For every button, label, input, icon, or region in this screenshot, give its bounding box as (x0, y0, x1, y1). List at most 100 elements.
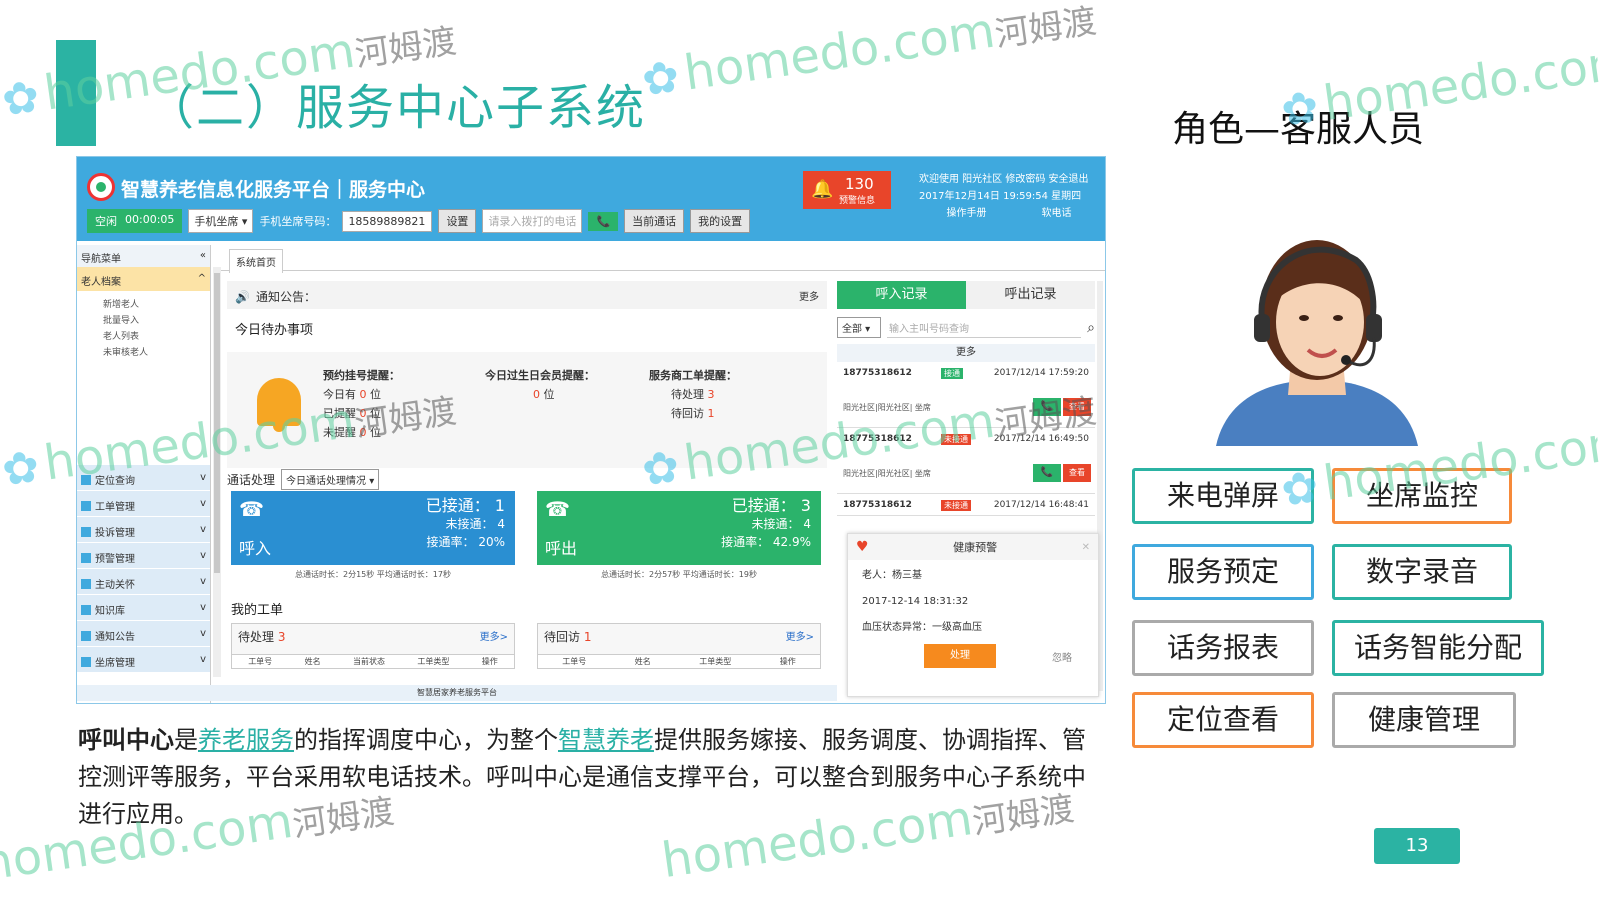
folder-icon (81, 553, 91, 563)
pending-more-link[interactable]: 更多> (480, 628, 508, 645)
collapse-icon[interactable]: « (200, 250, 206, 262)
sidebar-item-knowledge[interactable]: 知识库 v (77, 595, 210, 621)
slide-title: （二）服务中心子系统 (146, 80, 647, 136)
close-icon[interactable]: ✕ (1082, 542, 1090, 553)
role-digital-recording: 数字录音 (1332, 544, 1512, 600)
folder-icon (81, 475, 91, 485)
softphone-toolbar: 空闲 00:00:05 手机坐席 ▾ 手机坐席号码： 18589889821 设… (87, 209, 751, 233)
sidebar-item-orders[interactable]: 工单管理 v (77, 491, 210, 517)
sidebar-nav: 导航菜单 « 老人档案 ^ 新增老人 批量导入 老人列表 未审核老人 定位查询 v… (77, 245, 211, 703)
dial-input[interactable]: 请录入拨打的电话 (482, 209, 583, 233)
call-record-row: 18775318612 未接通 2017/12/14 16:48:41 (837, 494, 1095, 516)
tab-outgoing-records[interactable]: 呼出记录 (966, 281, 1095, 309)
watermark: ✿homedo.com河姆渡 (638, 1, 1099, 107)
alert-label: 预警信息 (839, 196, 876, 206)
agent-status: 空闲 00:00:05 (87, 209, 183, 233)
chevron-up-icon: ^ (197, 273, 206, 284)
record-search-input[interactable]: 输入主叫号码查询 (887, 318, 1082, 338)
chevron-down-icon: v (200, 524, 206, 535)
nav-header: 导航菜单 « (77, 245, 210, 267)
heart-icon: ♥ (856, 539, 869, 555)
incoming-call-summary: 总通话时长：2分15秒 平均通话时长：17秒 (295, 570, 451, 579)
description-paragraph: 呼叫中心是养老服务的指挥调度中心，为整个智慧养老提供服务嫁接、服务调度、协调指挥… (78, 726, 1086, 828)
search-icon[interactable]: ⌕ (1087, 320, 1095, 336)
sidebar-item-seats[interactable]: 坐席管理 v (77, 647, 210, 673)
callback-button[interactable]: 📞 (1033, 398, 1061, 416)
call-stats-select[interactable]: 今日通话处理情况 ▾ (281, 469, 380, 490)
seat-select[interactable]: 手机坐席 ▾ (188, 209, 254, 233)
birthday-reminder: 今日过生日会员提醒： 0 位 (485, 369, 595, 401)
health-status: 血压状态异常：一级高血压 (862, 622, 982, 633)
health-datetime: 2017-12-14 18:31:32 (862, 596, 969, 607)
records-more-link[interactable]: 更多 (837, 344, 1095, 362)
sidebar-item-alerts[interactable]: 预警管理 v (77, 543, 210, 569)
chevron-down-icon: v (200, 576, 206, 587)
notice-more-link[interactable]: 更多 (799, 288, 819, 303)
record-filter-select[interactable]: 全部 ▾ (837, 317, 881, 338)
provider-order-reminder: 服务商工单提醒： 待处理 3 待回访 1 (649, 369, 737, 420)
welcome-links[interactable]: 欢迎使用 阳光社区 修改密码 安全退出 (919, 171, 1099, 188)
revisit-more-link[interactable]: 更多> (786, 628, 814, 645)
seat-number-input[interactable]: 18589889821 (342, 210, 433, 232)
role-seat-monitor: 坐席监控 (1332, 468, 1512, 524)
folder-icon (81, 657, 91, 667)
app-footer: 智慧居家养老服务平台 (77, 685, 837, 701)
sidebar-item-care[interactable]: 主动关怀 v (77, 569, 210, 595)
tab-home[interactable]: 系统首页 (229, 249, 283, 273)
status-text: 空闲 (95, 215, 117, 228)
incoming-call-icon: ☎ (239, 497, 264, 521)
header-datetime: 2017年12月14日 19:59:54 星期四 (919, 191, 1082, 202)
platform-logo-icon (87, 173, 115, 201)
nav-sub-list: 新增老人 批量导入 老人列表 未审核老人 (77, 291, 210, 465)
sub-item-add-elder[interactable]: 新增老人 (103, 297, 210, 313)
title-accent-bar (56, 40, 96, 146)
outgoing-call-icon: ☎ (545, 497, 570, 521)
role-health-management: 健康管理 (1332, 692, 1516, 748)
bell-icon: 🔔 (811, 179, 834, 200)
chevron-down-icon: v (200, 654, 206, 665)
revisit-orders-box: 待回访 1 更多> 工单号 姓名 工单类型 操作 (537, 623, 821, 669)
flower-icon: ✿ (0, 440, 43, 497)
tab-incoming-records[interactable]: 呼入记录 (837, 281, 966, 309)
bell-icon (257, 378, 301, 432)
my-orders-title: 我的工单 (231, 603, 284, 618)
smart-elderly-link[interactable]: 智慧养老 (558, 726, 654, 754)
health-elder: 老人：杨三基 (862, 570, 922, 581)
todo-title: 今日待办事项 (235, 323, 314, 338)
sidebar-item-notice[interactable]: 通知公告 v (77, 621, 210, 647)
alert-badge[interactable]: 🔔 130 预警信息 (803, 171, 891, 209)
chevron-down-icon: v (200, 602, 206, 613)
ignore-link[interactable]: 忽略 (1052, 649, 1072, 664)
customer-service-avatar (1196, 210, 1438, 446)
view-button[interactable]: 查看 (1063, 398, 1091, 416)
role-location-view: 定位查看 (1132, 692, 1314, 748)
call-record-row: 18775318612 接通 2017/12/14 17:59:20 阳光社区|… (837, 362, 1095, 428)
sidebar-item-elder-archive[interactable]: 老人档案 ^ (77, 267, 210, 291)
softphone-link[interactable]: 软电话 (1042, 205, 1072, 222)
folder-icon (81, 605, 91, 615)
set-button[interactable]: 设置 (438, 209, 477, 233)
sub-item-elder-list[interactable]: 老人列表 (103, 329, 210, 345)
sidebar-item-location[interactable]: 定位查询 v (77, 465, 210, 491)
folder-icon (81, 527, 91, 537)
nav-scrollbar[interactable] (213, 267, 221, 677)
seat-number-label: 手机坐席号码： (259, 215, 337, 228)
sub-item-batch-import[interactable]: 批量导入 (103, 313, 210, 329)
call-record-row: 18775318612 未接通 2017/12/14 16:49:50 阳光社区… (837, 428, 1095, 494)
role-title: 角色—客服人员 (1172, 109, 1425, 150)
current-call-button[interactable]: 当前通话 (624, 209, 685, 233)
sub-item-unreviewed[interactable]: 未审核老人 (103, 345, 210, 361)
elderly-service-link[interactable]: 养老服务 (198, 726, 294, 754)
view-button[interactable]: 查看 (1063, 464, 1091, 482)
manual-link[interactable]: 操作手册 (947, 205, 987, 222)
outgoing-call-summary: 总通话时长：2分57秒 平均通话时长：19秒 (601, 570, 757, 579)
main-content: 🔊 通知公告： 更多 今日待办事项 预约挂号提醒： 今日有 0 位 已提醒 0 位… (227, 281, 827, 701)
page-number: 13 (1374, 828, 1460, 864)
folder-icon (81, 579, 91, 589)
callback-button[interactable]: 📞 (1033, 464, 1061, 482)
sidebar-item-complaints[interactable]: 投诉管理 v (77, 517, 210, 543)
phone-icon[interactable]: 📞 (588, 211, 619, 231)
chevron-down-icon: v (200, 472, 206, 483)
handle-button[interactable]: 处理 (924, 644, 996, 668)
my-settings-button[interactable]: 我的设置 (690, 209, 751, 233)
